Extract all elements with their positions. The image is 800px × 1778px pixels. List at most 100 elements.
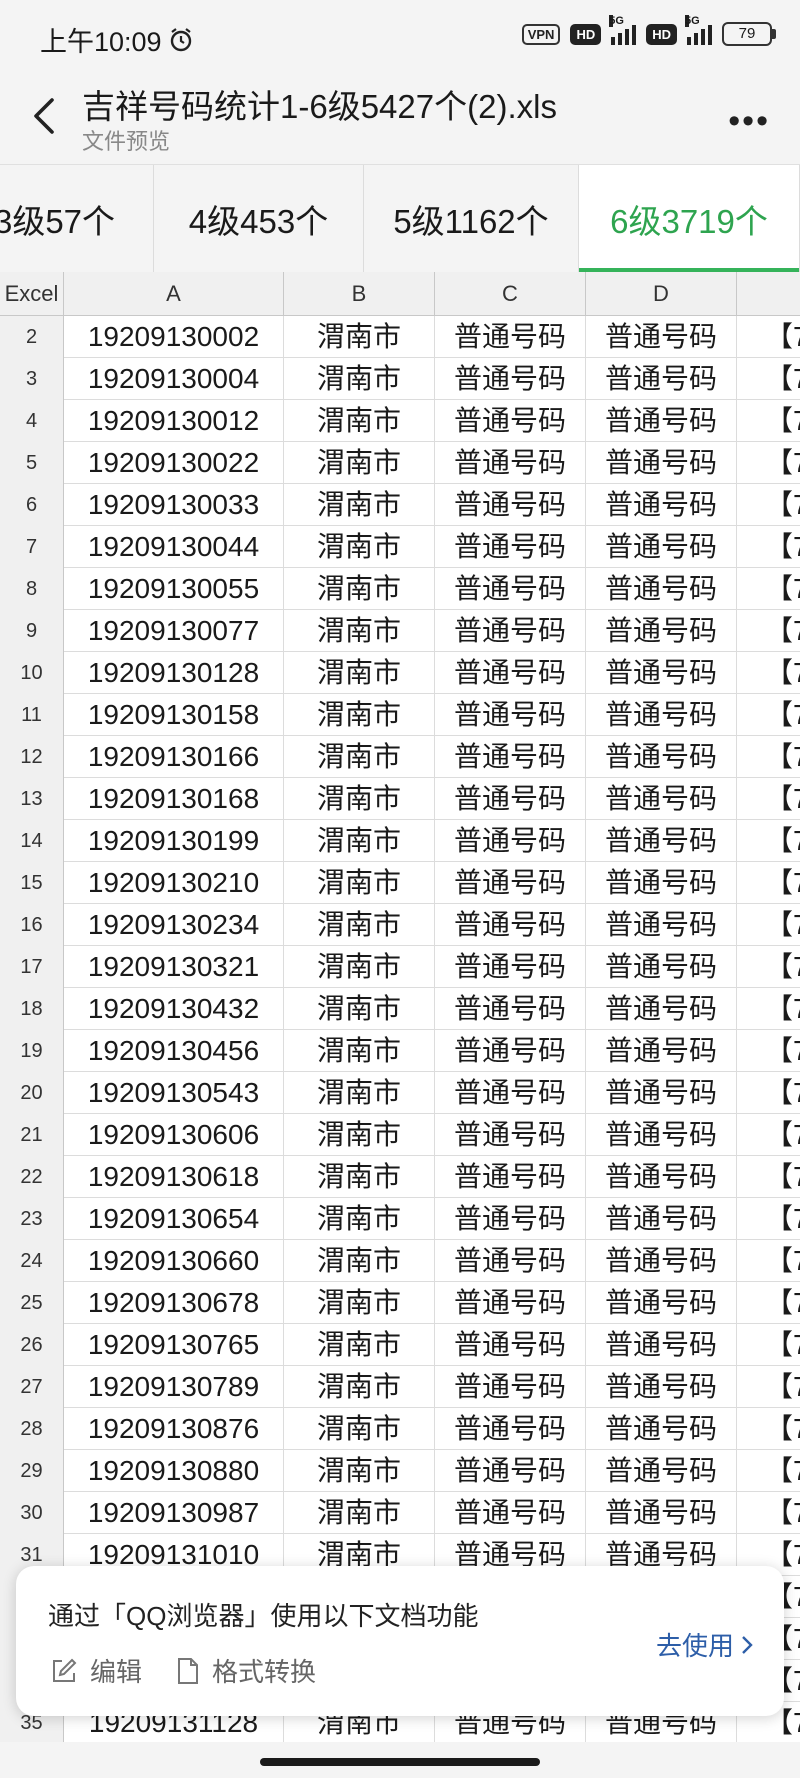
city-cell[interactable]: 渭南市 — [284, 988, 435, 1030]
number-category-cell[interactable]: 普通号码 — [586, 988, 737, 1030]
column-e-cell[interactable]: 【7 — [737, 862, 800, 904]
number-type-cell[interactable]: 普通号码 — [435, 568, 586, 610]
number-category-cell[interactable]: 普通号码 — [586, 652, 737, 694]
number-type-cell[interactable]: 普通号码 — [435, 610, 586, 652]
phone-number-cell[interactable]: 19209130033 — [64, 484, 284, 526]
number-category-cell[interactable]: 普通号码 — [586, 694, 737, 736]
number-type-cell[interactable]: 普通号码 — [435, 1114, 586, 1156]
column-e-cell[interactable]: 【7 — [737, 736, 800, 778]
phone-number-cell[interactable]: 19209130456 — [64, 1030, 284, 1072]
city-cell[interactable]: 渭南市 — [284, 1114, 435, 1156]
column-header-a[interactable]: A — [64, 272, 284, 316]
number-type-cell[interactable]: 普通号码 — [435, 778, 586, 820]
phone-number-cell[interactable]: 19209130210 — [64, 862, 284, 904]
number-category-cell[interactable]: 普通号码 — [586, 442, 737, 484]
tab-level-3[interactable]: 3级57个 — [0, 165, 154, 272]
city-cell[interactable]: 渭南市 — [284, 526, 435, 568]
column-e-cell[interactable]: 【7 — [737, 652, 800, 694]
column-e-cell[interactable]: 【7 — [737, 484, 800, 526]
city-cell[interactable]: 渭南市 — [284, 820, 435, 862]
number-category-cell[interactable]: 普通号码 — [586, 526, 737, 568]
column-e-cell[interactable]: 【7 — [737, 1156, 800, 1198]
column-e-cell[interactable]: 【7 — [737, 694, 800, 736]
column-e-cell[interactable]: 【7 — [737, 1282, 800, 1324]
city-cell[interactable]: 渭南市 — [284, 442, 435, 484]
number-category-cell[interactable]: 普通号码 — [586, 1030, 737, 1072]
phone-number-cell[interactable]: 19209130880 — [64, 1450, 284, 1492]
number-category-cell[interactable]: 普通号码 — [586, 1492, 737, 1534]
number-type-cell[interactable]: 普通号码 — [435, 1198, 586, 1240]
phone-number-cell[interactable]: 19209130166 — [64, 736, 284, 778]
edit-button[interactable]: 编辑 — [50, 1652, 142, 1689]
number-category-cell[interactable]: 普通号码 — [586, 1240, 737, 1282]
number-category-cell[interactable]: 普通号码 — [586, 400, 737, 442]
phone-number-cell[interactable]: 19209130199 — [64, 820, 284, 862]
number-type-cell[interactable]: 普通号码 — [435, 862, 586, 904]
column-e-cell[interactable]: 【7 — [737, 1114, 800, 1156]
city-cell[interactable]: 渭南市 — [284, 904, 435, 946]
format-convert-button[interactable]: 格式转换 — [176, 1652, 316, 1689]
number-type-cell[interactable]: 普通号码 — [435, 652, 586, 694]
column-e-cell[interactable]: 【7 — [737, 820, 800, 862]
column-e-cell[interactable]: 【7 — [737, 1408, 800, 1450]
back-arrow-icon[interactable] — [26, 96, 66, 136]
column-e-cell[interactable]: 【7 — [737, 1366, 800, 1408]
phone-number-cell[interactable]: 19209130618 — [64, 1156, 284, 1198]
column-e-cell[interactable]: 【7 — [737, 988, 800, 1030]
number-type-cell[interactable]: 普通号码 — [435, 946, 586, 988]
number-category-cell[interactable]: 普通号码 — [586, 736, 737, 778]
phone-number-cell[interactable]: 19209130044 — [64, 526, 284, 568]
phone-number-cell[interactable]: 19209130002 — [64, 316, 284, 358]
phone-number-cell[interactable]: 19209130168 — [64, 778, 284, 820]
phone-number-cell[interactable]: 19209130765 — [64, 1324, 284, 1366]
city-cell[interactable]: 渭南市 — [284, 610, 435, 652]
number-category-cell[interactable]: 普通号码 — [586, 610, 737, 652]
number-category-cell[interactable]: 普通号码 — [586, 1156, 737, 1198]
number-type-cell[interactable]: 普通号码 — [435, 400, 586, 442]
column-e-cell[interactable]: 【7 — [737, 526, 800, 568]
phone-number-cell[interactable]: 19209130987 — [64, 1492, 284, 1534]
tab-level-5[interactable]: 5级1162个 — [364, 165, 579, 272]
column-e-cell[interactable]: 【7 — [737, 358, 800, 400]
number-category-cell[interactable]: 普通号码 — [586, 946, 737, 988]
number-category-cell[interactable]: 普通号码 — [586, 1198, 737, 1240]
phone-number-cell[interactable]: 19209130158 — [64, 694, 284, 736]
number-category-cell[interactable]: 普通号码 — [586, 568, 737, 610]
column-e-cell[interactable]: 【7 — [737, 1450, 800, 1492]
column-header-e[interactable] — [737, 272, 800, 316]
phone-number-cell[interactable]: 19209130055 — [64, 568, 284, 610]
phone-number-cell[interactable]: 19209130660 — [64, 1240, 284, 1282]
city-cell[interactable]: 渭南市 — [284, 1156, 435, 1198]
phone-number-cell[interactable]: 19209130321 — [64, 946, 284, 988]
number-type-cell[interactable]: 普通号码 — [435, 1156, 586, 1198]
column-e-cell[interactable]: 【7 — [737, 1240, 800, 1282]
city-cell[interactable]: 渭南市 — [284, 1450, 435, 1492]
column-e-cell[interactable]: 【7 — [737, 1072, 800, 1114]
column-e-cell[interactable]: 【7 — [737, 442, 800, 484]
number-type-cell[interactable]: 普通号码 — [435, 1240, 586, 1282]
number-type-cell[interactable]: 普通号码 — [435, 988, 586, 1030]
number-type-cell[interactable]: 普通号码 — [435, 1282, 586, 1324]
city-cell[interactable]: 渭南市 — [284, 1408, 435, 1450]
city-cell[interactable]: 渭南市 — [284, 862, 435, 904]
number-category-cell[interactable]: 普通号码 — [586, 1408, 737, 1450]
column-header-c[interactable]: C — [435, 272, 586, 316]
number-type-cell[interactable]: 普通号码 — [435, 358, 586, 400]
spreadsheet-grid[interactable]: Excel A B C D 219209130002渭南市普通号码普通号码【73… — [0, 272, 800, 1742]
column-e-cell[interactable]: 【7 — [737, 1198, 800, 1240]
number-type-cell[interactable]: 普通号码 — [435, 820, 586, 862]
number-type-cell[interactable]: 普通号码 — [435, 1492, 586, 1534]
number-type-cell[interactable]: 普通号码 — [435, 442, 586, 484]
city-cell[interactable]: 渭南市 — [284, 568, 435, 610]
more-options-icon[interactable]: ••• — [728, 102, 770, 141]
number-type-cell[interactable]: 普通号码 — [435, 1450, 586, 1492]
tab-level-6[interactable]: 6级3719个 — [579, 165, 800, 272]
number-type-cell[interactable]: 普通号码 — [435, 316, 586, 358]
phone-number-cell[interactable]: 19209130012 — [64, 400, 284, 442]
number-type-cell[interactable]: 普通号码 — [435, 526, 586, 568]
number-type-cell[interactable]: 普通号码 — [435, 736, 586, 778]
city-cell[interactable]: 渭南市 — [284, 736, 435, 778]
phone-number-cell[interactable]: 19209130077 — [64, 610, 284, 652]
city-cell[interactable]: 渭南市 — [284, 316, 435, 358]
number-category-cell[interactable]: 普通号码 — [586, 820, 737, 862]
